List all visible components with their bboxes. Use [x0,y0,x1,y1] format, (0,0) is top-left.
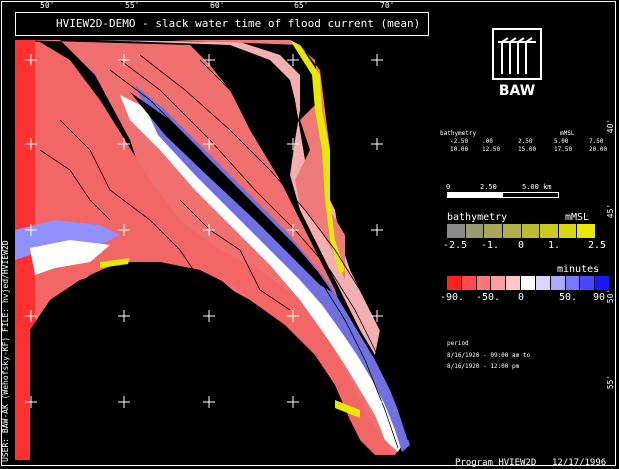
bathy-swatch-2 [484,224,503,238]
minutes-swatch-8 [565,276,581,290]
bathy-swatch-6 [558,224,578,238]
title-box: HVIEW2D-DEMO - slack water time of flood… [15,12,429,36]
date-label: 12/17/1996 [552,458,607,468]
hview2d-window: { "title": "HVIEW2D-DEMO - slack water t… [0,0,619,469]
bathy-swatch-1 [465,224,485,238]
top-tick-4: 65' [294,1,309,10]
minutes-swatch-9 [580,276,596,290]
minutes-label-3: 50. [559,292,578,303]
right-tick-2: 45' [606,203,616,219]
bathy-label-2: 0 [518,240,525,251]
bathy-row2-2: 15.00 [518,146,537,153]
top-tick-1: 50' [40,1,55,10]
bathy-swatch-5 [540,224,559,238]
minutes-swatch-6 [535,276,551,290]
program-label: Program HVIEW2D [455,458,537,468]
bathy-swatch-3 [502,224,522,238]
info-heading: period [447,340,469,347]
minutes-swatch-1 [461,276,477,290]
baw-logo: BAW [492,28,542,98]
minutes-swatch-5 [521,276,536,290]
right-tick-3: 50' [606,288,616,304]
baw-logo-text: BAW [498,83,536,99]
page-title: HVIEW2D-DEMO - slack water time of flood… [56,17,421,30]
top-tick-5: 70' [380,1,395,10]
bathy-row2-3: 17.50 [554,146,573,153]
top-tick-3: 60' [210,1,225,10]
minutes-swatch-0 [447,276,462,290]
minutes-swatch-7 [550,276,566,290]
bathy-row1-3: 5.00 [554,138,569,145]
minutes-legend-title: minutes [557,264,600,275]
bathy-row2-4: 20.00 [589,146,608,153]
baw-logo-mark [492,28,542,80]
bathy-legend-title: bathymetry [447,212,508,223]
bathy-row2-0: 10.00 [450,146,469,153]
minutes-label-1: -50. [476,292,501,303]
bathy-row2-1: 12.50 [482,146,501,153]
bathy-color-bar [447,224,595,238]
minutes-color-bar [447,276,609,290]
bathy-row1-0: -2.50 [450,138,469,145]
scale-label-1: 2.50 [480,183,497,191]
minutes-label-4: 90 [593,292,606,303]
top-tick-2: 55' [125,1,140,10]
right-tick-1: 40' [606,118,616,134]
bathy-row1-4: 7.50 [589,138,604,145]
minutes-label-0: -90. [440,292,465,303]
bathy-legend-unit: mMSL [565,212,590,223]
bathy-label-4: 2.5 [588,240,607,251]
bathy-table-label: bathymetry [440,130,477,137]
minutes-label-2: 0 [518,292,525,303]
info-line1: 8/16/1920 - 09:00 am to [447,352,531,359]
minutes-swatch-10 [595,276,609,290]
bathy-label-1: -1. [481,240,500,251]
minutes-swatch-2 [476,276,492,290]
bathy-label-3: 1. [548,240,561,251]
side-file-label: USER: BAW-AK (Wehofsky-KF) FILE: hvjed/H… [1,240,10,462]
scale-label-2: 5.00 km [522,183,552,191]
minutes-swatch-4 [506,276,522,290]
bathy-row1-2: 2.50 [518,138,533,145]
scale-bar [447,192,559,198]
info-line2: 8/16/1920 - 12:00 pm [447,363,520,370]
minutes-swatch-3 [491,276,507,290]
bathy-label-0: -2.5 [443,240,468,251]
bathy-swatch-4 [521,224,541,238]
bathy-swatch-7 [577,224,595,238]
bathy-swatch-0 [447,224,466,238]
bathy-table-unit: mMSL [560,130,575,137]
scale-label-0: 0 [446,183,451,191]
bathy-row1-1: .00 [482,138,493,145]
right-tick-4: 55' [606,374,616,390]
